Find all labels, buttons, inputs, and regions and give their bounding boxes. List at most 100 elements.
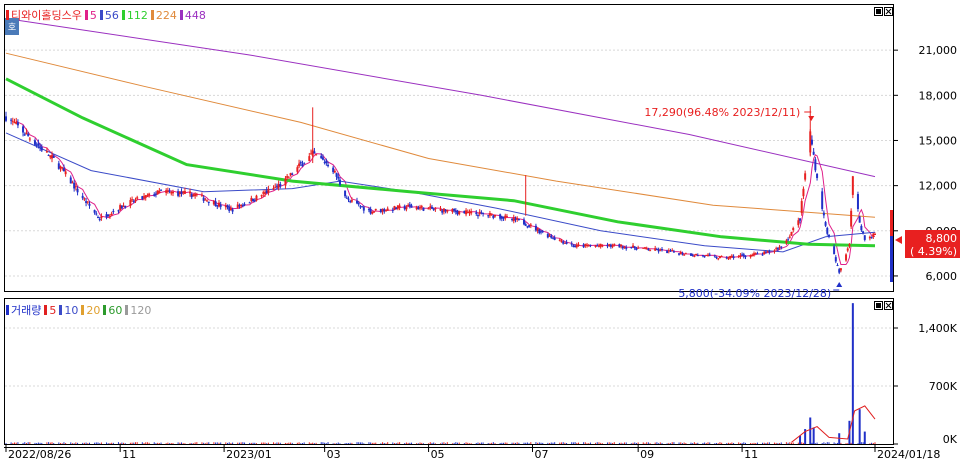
candle-body xyxy=(240,204,243,206)
volume-bar xyxy=(787,442,789,444)
candle-body xyxy=(863,235,866,240)
volume-bar xyxy=(53,443,55,444)
candle-body xyxy=(85,201,88,203)
candle-body xyxy=(166,190,169,192)
candle-body xyxy=(845,254,848,261)
candle-body xyxy=(505,216,508,218)
candle-body xyxy=(422,207,425,211)
volume-bar xyxy=(322,442,324,444)
volume-bar xyxy=(303,442,305,444)
candle-body xyxy=(408,204,411,206)
candle-body xyxy=(597,245,600,247)
candle-body xyxy=(369,209,372,214)
volume-bar xyxy=(83,442,85,444)
candle-body xyxy=(761,254,764,256)
volume-bar xyxy=(71,443,73,444)
candle-body xyxy=(110,213,113,216)
candle-body xyxy=(708,254,711,256)
x-tick-label: 11 xyxy=(744,448,758,461)
volume-bar xyxy=(600,442,602,444)
maximize-icon[interactable] xyxy=(874,7,883,16)
volume-bar xyxy=(351,442,353,444)
candle-body xyxy=(69,177,72,184)
candle-body xyxy=(226,205,229,208)
candle-body xyxy=(727,257,730,259)
volume-bar xyxy=(482,442,484,444)
candle-body xyxy=(788,236,791,238)
volume-bar xyxy=(538,442,540,444)
candle-body xyxy=(120,205,123,209)
volume-bar xyxy=(95,442,97,444)
volume-bar xyxy=(477,442,479,444)
close-icon[interactable] xyxy=(884,301,893,310)
volume-bar xyxy=(107,443,109,444)
volume-bar xyxy=(48,442,50,444)
candle-body xyxy=(396,205,399,209)
candle-body xyxy=(263,192,266,194)
candle-body xyxy=(684,253,687,255)
candle-body xyxy=(548,235,551,237)
candle-body xyxy=(129,200,132,206)
volume-bar xyxy=(336,443,338,444)
candle-body xyxy=(81,195,84,199)
maximize-icon[interactable] xyxy=(874,301,883,310)
candle-body xyxy=(839,268,842,271)
candle-body xyxy=(586,245,589,247)
volume-bar xyxy=(29,442,31,444)
candle-body xyxy=(649,250,652,252)
volume-bar xyxy=(511,442,513,444)
candle-body xyxy=(154,193,157,195)
candle-body xyxy=(635,248,638,250)
volume-bar xyxy=(368,442,370,444)
candle-body xyxy=(398,205,401,208)
legend-ma-448: 448 xyxy=(179,9,206,22)
volume-bar xyxy=(411,442,413,444)
volume-bar xyxy=(552,442,554,444)
volume-bar xyxy=(213,442,215,444)
candle-body xyxy=(836,264,839,266)
candle-body xyxy=(470,211,473,214)
volume-bar xyxy=(826,442,828,444)
volume-bar xyxy=(792,442,794,444)
candle-body xyxy=(231,209,234,212)
volume-bar xyxy=(167,442,169,444)
candle-body xyxy=(753,253,756,255)
volume-bar xyxy=(637,442,639,444)
volume-bar xyxy=(630,443,632,444)
volume-bar xyxy=(416,443,418,444)
candle-body xyxy=(476,215,479,217)
volume-bar xyxy=(620,442,622,444)
candle-body xyxy=(379,209,382,213)
volume-bar xyxy=(453,442,455,444)
candle-body xyxy=(570,243,573,245)
price-bar-marker xyxy=(890,210,893,236)
volume-bar xyxy=(417,443,419,444)
candle-body xyxy=(350,200,353,202)
candle-body xyxy=(320,155,323,159)
volume-bar xyxy=(683,442,685,444)
volume-bar xyxy=(835,443,837,444)
volume-bar xyxy=(821,443,823,444)
volume-bar xyxy=(344,443,346,444)
volume-bar xyxy=(240,442,242,444)
candle-body xyxy=(453,208,456,211)
volume-bar xyxy=(624,442,626,444)
candle-body xyxy=(216,205,219,207)
candle-body xyxy=(265,190,268,194)
volume-bar xyxy=(733,442,735,444)
volume-bar xyxy=(668,442,670,444)
volume-bar xyxy=(840,442,842,444)
candle-body xyxy=(420,206,423,208)
candle-body xyxy=(289,173,292,176)
volume-bar xyxy=(612,442,614,444)
volume-bar xyxy=(143,443,145,444)
candle-body xyxy=(618,244,621,248)
volume-bar xyxy=(227,442,229,444)
volume-bar xyxy=(845,443,847,444)
candle-body xyxy=(487,215,490,217)
candle-body xyxy=(512,217,515,222)
candle-body xyxy=(144,195,147,198)
close-icon[interactable] xyxy=(884,7,893,16)
volume-bar xyxy=(785,442,787,444)
volume-bar xyxy=(97,442,99,444)
